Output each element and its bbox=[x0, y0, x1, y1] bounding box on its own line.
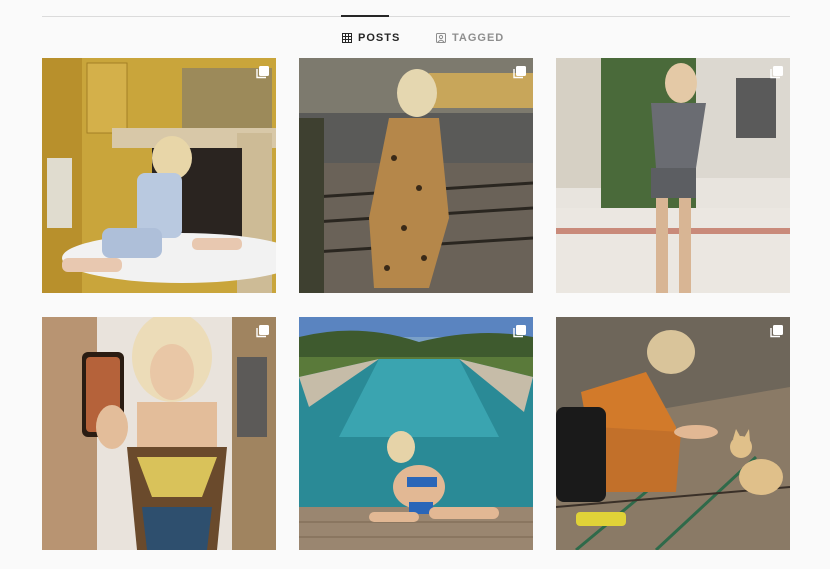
profile-tabs: POSTS TAGGED bbox=[0, 32, 830, 46]
post-thumbnail[interactable] bbox=[42, 317, 276, 550]
carousel-icon bbox=[770, 65, 784, 79]
post-image bbox=[556, 317, 790, 550]
post-image bbox=[299, 58, 533, 293]
post-image bbox=[299, 317, 533, 550]
post-image bbox=[42, 58, 276, 293]
active-tab-indicator bbox=[341, 15, 389, 17]
grid-icon bbox=[342, 33, 352, 43]
carousel-icon bbox=[256, 324, 270, 338]
tag-icon bbox=[436, 33, 446, 43]
carousel-icon bbox=[256, 65, 270, 79]
carousel-icon bbox=[513, 324, 527, 338]
carousel-icon bbox=[513, 65, 527, 79]
post-thumbnail[interactable] bbox=[299, 58, 533, 293]
tab-tagged-label: TAGGED bbox=[452, 32, 505, 44]
post-thumbnail[interactable] bbox=[556, 317, 790, 550]
post-image bbox=[42, 317, 276, 550]
carousel-icon bbox=[770, 324, 784, 338]
tab-tagged[interactable]: TAGGED bbox=[436, 32, 504, 44]
post-image bbox=[556, 58, 790, 293]
tab-posts[interactable]: POSTS bbox=[342, 32, 400, 44]
tab-posts-label: POSTS bbox=[358, 32, 401, 44]
post-thumbnail[interactable] bbox=[299, 317, 533, 550]
tabs-divider bbox=[42, 16, 790, 17]
posts-grid bbox=[42, 58, 790, 550]
post-thumbnail[interactable] bbox=[556, 58, 790, 293]
post-thumbnail[interactable] bbox=[42, 58, 276, 293]
